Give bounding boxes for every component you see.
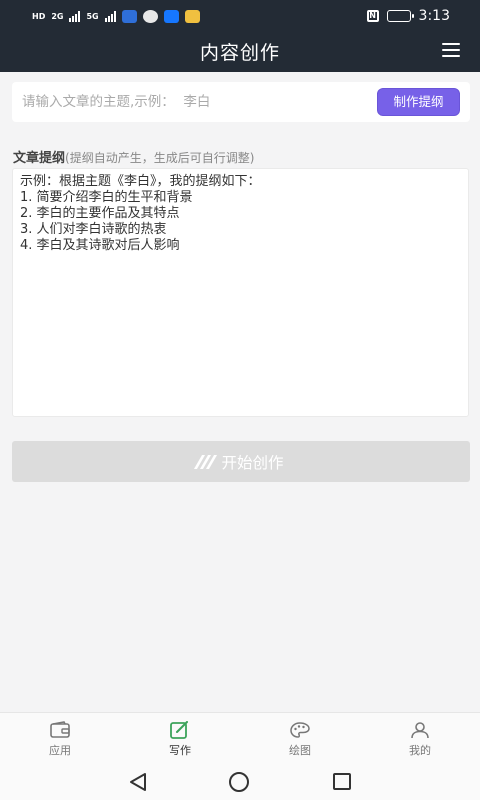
slashes-icon bbox=[194, 454, 218, 469]
tab-mine-label: 我的 bbox=[409, 744, 431, 757]
app-header: HD 2G 5G N 3:13 内容创作 bbox=[0, 0, 480, 72]
app-notification-icon bbox=[121, 10, 137, 23]
clock: 3:13 bbox=[418, 8, 450, 24]
tab-drawing[interactable]: 绘图 bbox=[240, 713, 360, 764]
status-bar: HD 2G 5G N 3:13 bbox=[0, 0, 480, 34]
start-writing-button[interactable]: 开始创作 bbox=[12, 441, 470, 482]
back-triangle-icon[interactable] bbox=[128, 772, 148, 792]
outline-textarea[interactable]: 示例：根据主题《李白》，我的提纲如下： 1. 简要介绍李白的生平和背景 2. 李… bbox=[12, 168, 469, 417]
tab-mine[interactable]: 我的 bbox=[360, 713, 480, 764]
bottom-tab-bar: 应用 写作 绘图 我的 bbox=[0, 712, 480, 764]
status-right: N 3:13 bbox=[366, 8, 450, 24]
page-title: 内容创作 bbox=[199, 42, 280, 64]
topic-input[interactable] bbox=[22, 90, 372, 114]
signal-2-icon bbox=[104, 11, 116, 22]
topic-card: 制作提纲 bbox=[12, 82, 470, 122]
palette-icon bbox=[290, 722, 310, 738]
outline-label: 文章提纲 bbox=[13, 151, 66, 166]
battery-icon bbox=[386, 10, 414, 22]
person-icon bbox=[411, 722, 429, 739]
system-nav-bar bbox=[0, 764, 480, 800]
nfc-icon: N bbox=[366, 10, 379, 22]
edit-icon bbox=[170, 721, 188, 739]
home-circle-icon[interactable] bbox=[229, 772, 249, 792]
eye-notification-icon bbox=[142, 10, 158, 23]
outline-hint: (提纲自动产生，生成后可自行调整) bbox=[65, 151, 255, 165]
app2-notification-icon bbox=[184, 10, 200, 23]
signal-1-icon bbox=[69, 11, 81, 22]
alipay-notification-icon bbox=[163, 10, 179, 23]
outline-section-label: 文章提纲(提纲自动产生，生成后可自行调整) bbox=[13, 147, 254, 166]
sim2-generation: 5G bbox=[86, 12, 99, 21]
network-tag: HD bbox=[32, 12, 46, 21]
tab-drawing-label: 绘图 bbox=[289, 744, 311, 757]
sim1-generation: 2G bbox=[51, 12, 64, 21]
generate-outline-button[interactable]: 制作提纲 bbox=[377, 88, 460, 116]
tab-apps[interactable]: 应用 bbox=[0, 713, 120, 764]
start-writing-label: 开始创作 bbox=[221, 453, 284, 472]
tab-writing-label: 写作 bbox=[169, 744, 191, 757]
tab-writing[interactable]: 写作 bbox=[120, 713, 240, 764]
wallet-icon bbox=[50, 721, 70, 738]
status-left: HD 2G 5G bbox=[32, 10, 200, 23]
hamburger-menu-icon[interactable] bbox=[442, 43, 460, 57]
tab-apps-label: 应用 bbox=[49, 744, 71, 757]
recent-square-icon[interactable] bbox=[333, 773, 351, 790]
